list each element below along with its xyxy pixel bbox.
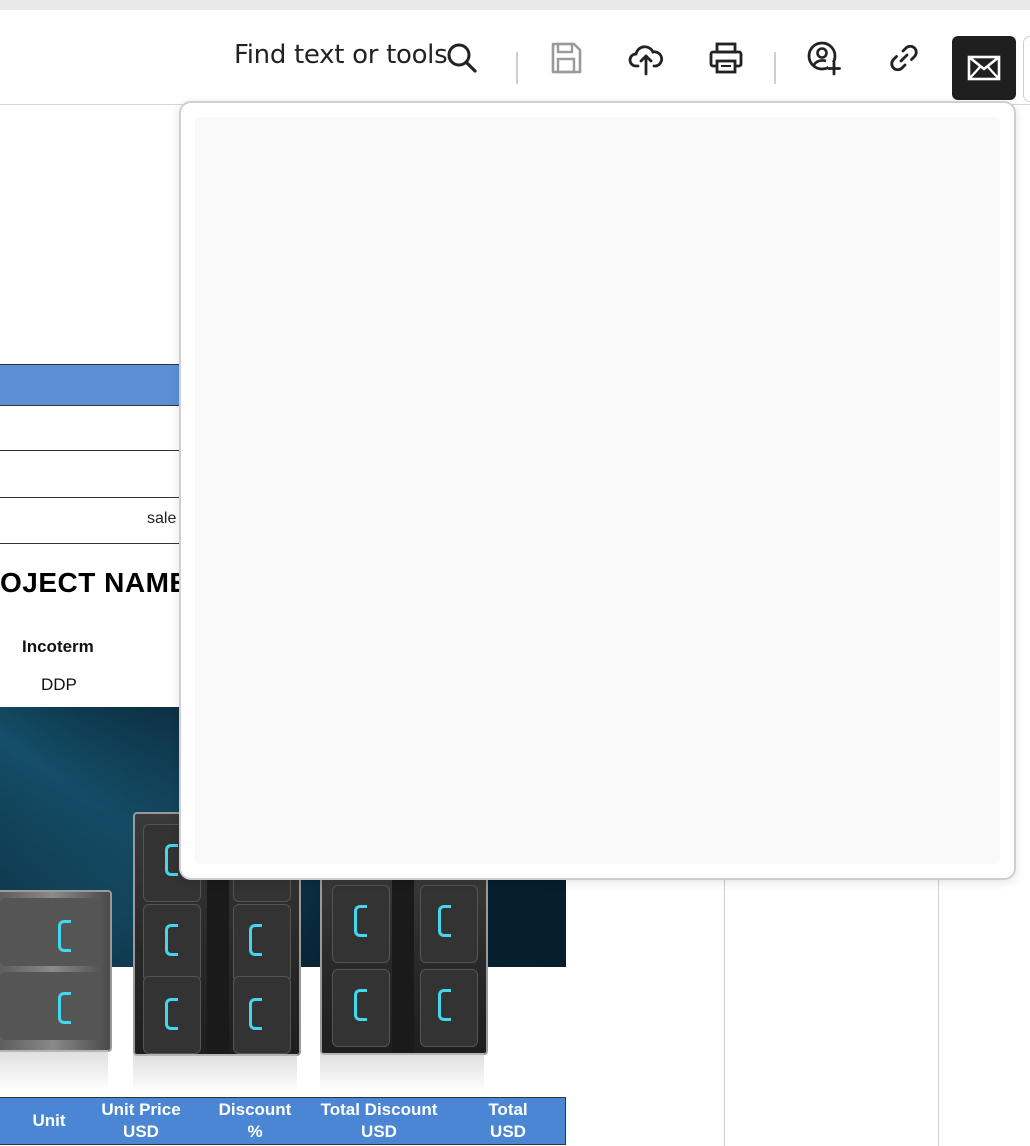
column-header-total-discount: Total Discount USD [320,1100,438,1141]
cabinet-reflection [133,1054,297,1092]
popup-content-area[interactable] [195,117,1000,864]
header-band [0,364,180,406]
toolbar-separator [516,52,518,84]
save-icon[interactable] [546,38,586,78]
column-header-unit: Unit [32,1111,66,1130]
row-divider [0,450,180,451]
pdf-toolbar: Find text or tools [0,10,1030,105]
search-icon[interactable] [442,38,482,78]
led-cabinet-image [0,890,112,1052]
add-user-icon[interactable] [804,38,844,78]
browser-top-strip [0,0,1030,10]
project-name-heading: OJECT NAME [0,567,189,598]
cabinet-reflection [0,1050,108,1090]
toolbar-separator [774,52,776,84]
email-icon [967,55,1001,81]
row-divider [0,497,180,498]
cabinet-reflection [320,1053,484,1091]
find-text-or-tools-label[interactable]: Find text or tools [234,40,448,70]
email-button[interactable] [952,36,1016,100]
row-divider [0,543,180,544]
price-table-header: Unit Unit Price USD Discount% Total Disco… [0,1097,566,1145]
column-header-discount: Discount% [218,1100,292,1141]
column-header-unit-price: Unit Price USD [101,1100,181,1141]
upload-cloud-icon[interactable] [626,38,666,78]
link-icon[interactable] [884,38,924,78]
email-fragment: sale [147,510,177,527]
led-cabinet-image [320,865,488,1055]
incoterm-value: DDP [41,675,77,694]
print-icon[interactable] [706,38,746,78]
email-share-popup[interactable] [179,101,1016,880]
incoterm-label: Incoterm [22,637,94,656]
column-header-total: Total USD [488,1100,528,1141]
side-panel-edge[interactable] [1023,36,1030,102]
